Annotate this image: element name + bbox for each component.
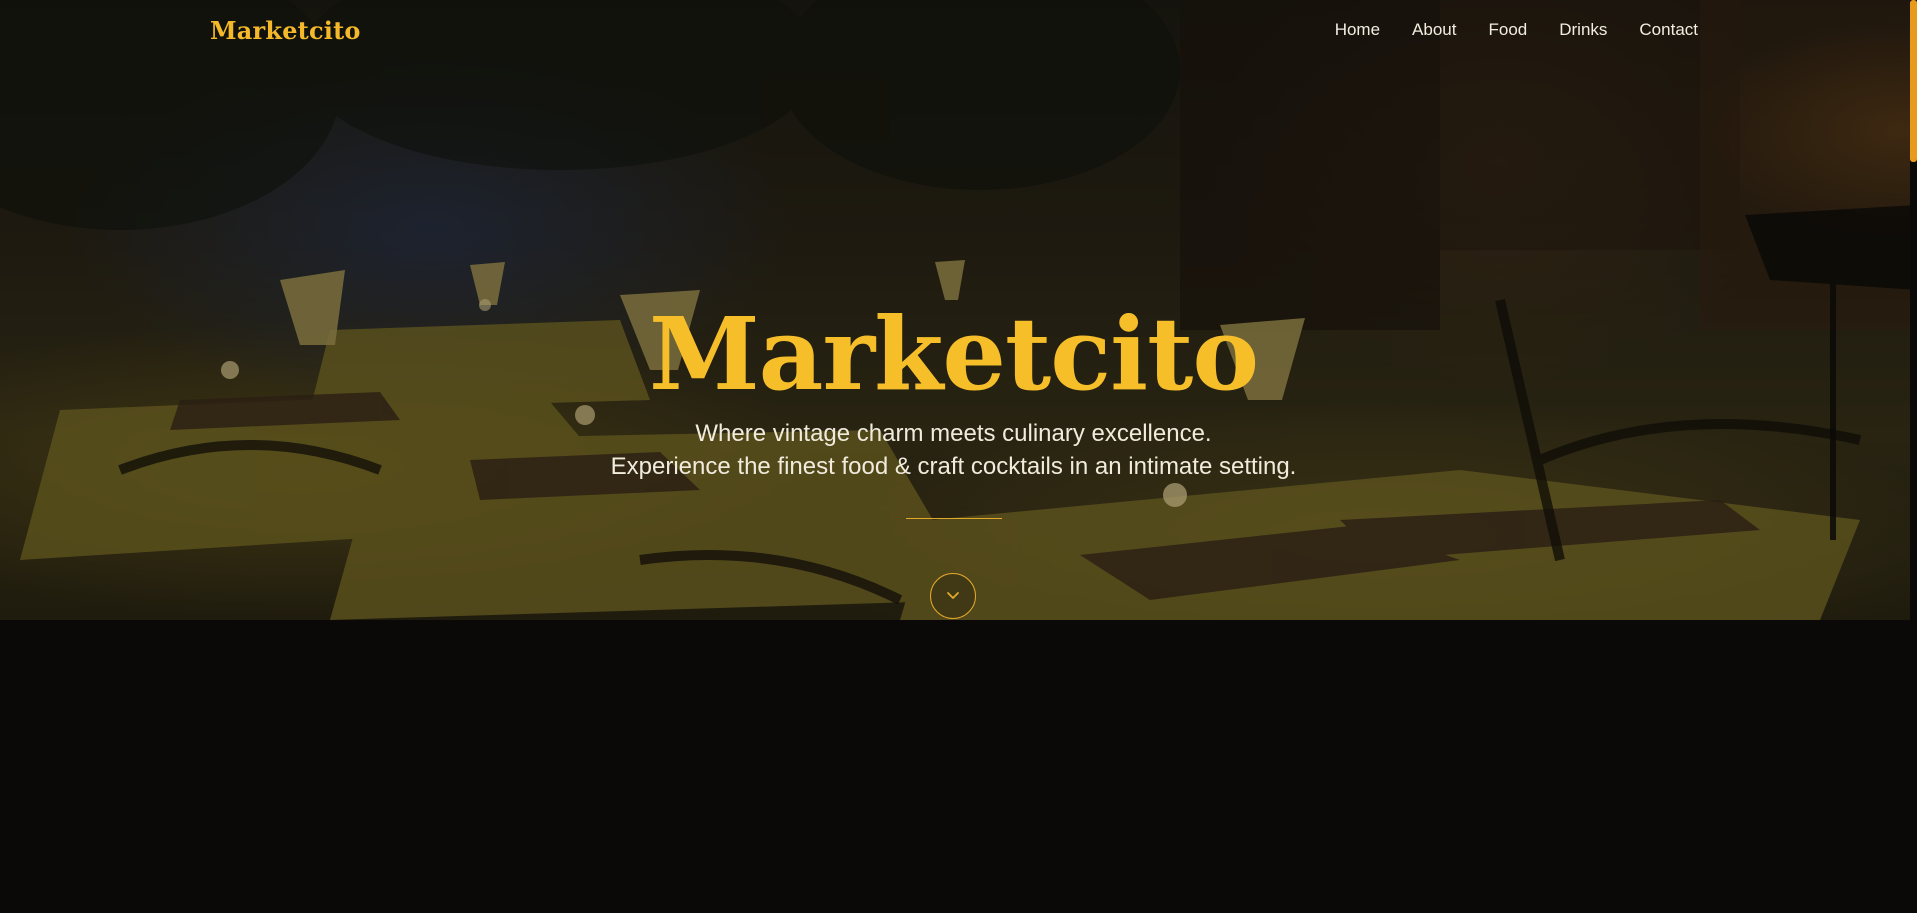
page-scrollbar[interactable]	[1910, 0, 1917, 913]
nav-link-food[interactable]: Food	[1488, 20, 1527, 40]
scrollbar-thumb[interactable]	[1910, 0, 1917, 162]
hero-section: Marketcito Where vintage charm meets cul…	[0, 0, 1917, 620]
hero-tagline: Where vintage charm meets culinary excel…	[0, 417, 1907, 483]
hero-tagline-line-1: Where vintage charm meets culinary excel…	[695, 420, 1212, 447]
nav-link-about[interactable]: About	[1412, 20, 1456, 40]
nav-links: Home About Food Drinks Contact	[1335, 20, 1698, 40]
scroll-down-button[interactable]	[930, 573, 976, 619]
hero-tagline-line-2: Experience the finest food & craft cockt…	[610, 453, 1297, 480]
chevron-down-icon	[947, 592, 959, 599]
hero-title: Marketcito	[648, 295, 1259, 413]
navbar: Marketcito Home About Food Drinks Contac…	[0, 0, 1917, 64]
hero-content: Marketcito Where vintage charm meets cul…	[0, 295, 1907, 519]
nav-link-home[interactable]: Home	[1335, 20, 1380, 40]
nav-link-contact[interactable]: Contact	[1639, 20, 1698, 40]
page: Marketcito Where vintage charm meets cul…	[0, 0, 1917, 913]
hero-divider	[905, 518, 1002, 519]
brand-logo[interactable]: Marketcito	[210, 16, 361, 45]
nav-link-drinks[interactable]: Drinks	[1559, 20, 1607, 40]
